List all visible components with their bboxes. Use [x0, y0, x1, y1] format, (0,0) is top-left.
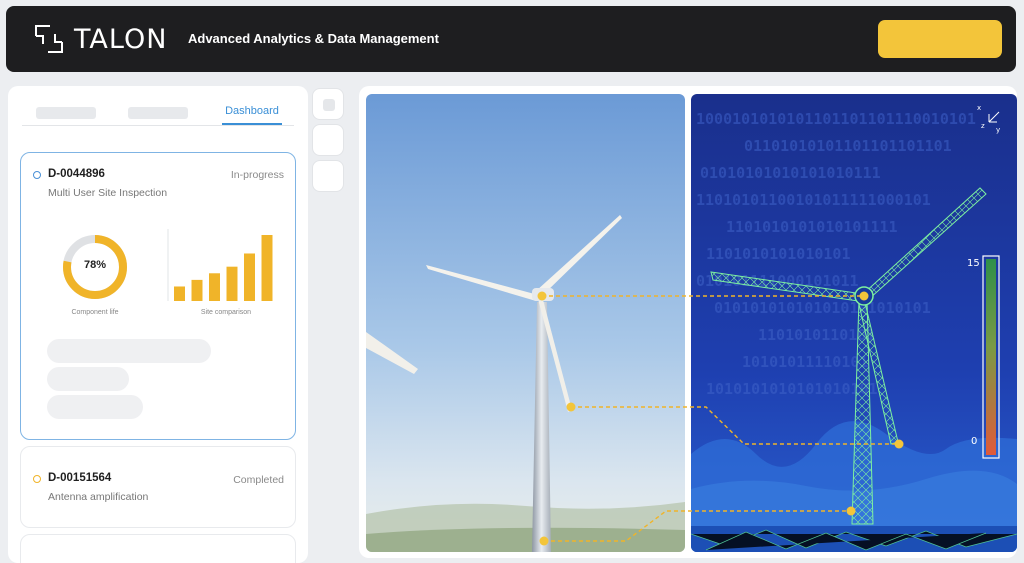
axis-label-z: z [981, 122, 985, 130]
site-comparison-bar [191, 279, 203, 301]
status-badge: Completed [233, 474, 284, 486]
tool-button-2[interactable] [312, 124, 344, 156]
binary-row: 01101010101101101101101 [744, 137, 952, 155]
turbine-digital-twin: 1000101010101101101101110010101011010101… [691, 94, 1017, 552]
skeleton-line [47, 395, 143, 419]
component-life-value: 78% [83, 259, 107, 271]
skeleton-line [47, 367, 129, 391]
turbine-photo [366, 94, 685, 552]
inspection-list-panel: Dashboard D-0044896 Multi User Site Insp… [8, 86, 308, 563]
inspection-subtitle: Antenna amplification [48, 491, 149, 503]
binary-row: 1000101010101101101101110010101 [696, 110, 976, 128]
axis-label-x: x [977, 104, 981, 112]
axis-label-y: y [996, 126, 1000, 134]
tool-button-1[interactable] [312, 88, 344, 120]
inspection-subtitle: Multi User Site Inspection [48, 187, 168, 199]
site-comparison-bar-chart [167, 229, 273, 301]
tool-button-3[interactable] [312, 160, 344, 192]
status-dot [33, 171, 41, 179]
binary-row: 1101010101010101 [706, 245, 851, 263]
turbine-comparison-view: 1000101010101101101101110010101011010101… [366, 94, 1017, 552]
heat-scale-gradient [986, 259, 996, 455]
brand-name: TALON [74, 23, 168, 55]
binary-row: 010101010101010101010101 [714, 299, 931, 317]
site-comparison-bar [244, 253, 255, 301]
inspection-card[interactable] [20, 534, 296, 563]
tab-dashboard[interactable]: Dashboard [222, 105, 282, 125]
binary-row: 10101011110101 [742, 353, 868, 371]
site-comparison-bar [209, 273, 220, 301]
inspection-id: D-00151564 [48, 472, 112, 484]
binary-row: 1010101010101010101 [706, 380, 878, 398]
brand-logo[interactable]: TALON [32, 22, 167, 56]
inspection-card-active[interactable]: D-0044896 Multi User Site Inspection In-… [20, 152, 296, 440]
talon-logo-icon [35, 25, 63, 53]
site-comparison-bar [174, 286, 185, 301]
header-tagline: Advanced Analytics & Data Management [188, 31, 439, 46]
heat-scale-max: 15 [967, 258, 980, 269]
component-life-label: Component life [71, 309, 119, 316]
tool-icon [323, 99, 335, 111]
site-comparison-label: Site comparison [200, 309, 252, 316]
tab-placeholder-1[interactable] [36, 107, 96, 119]
tab-bar: Dashboard [22, 104, 294, 126]
status-dot [33, 475, 41, 483]
app-header: TALON Advanced Analytics & Data Manageme… [6, 6, 1016, 72]
status-badge: In-progress [230, 169, 284, 181]
skeleton-line [47, 339, 211, 363]
binary-row: 1101010101010101111 [726, 218, 898, 236]
site-comparison-bar [226, 266, 238, 301]
binary-row: 01010101010101010111 [700, 164, 881, 182]
inspection-card[interactable]: D-00151564 Antenna amplification Complet… [20, 446, 296, 528]
tab-placeholder-2[interactable] [128, 107, 188, 119]
binary-row: 11010101100101011111000101 [696, 191, 931, 209]
header-cta-button[interactable] [878, 20, 1002, 58]
inspection-id: D-0044896 [48, 168, 105, 180]
site-comparison-bar [261, 235, 273, 301]
heat-scale-min: 0 [971, 436, 977, 447]
